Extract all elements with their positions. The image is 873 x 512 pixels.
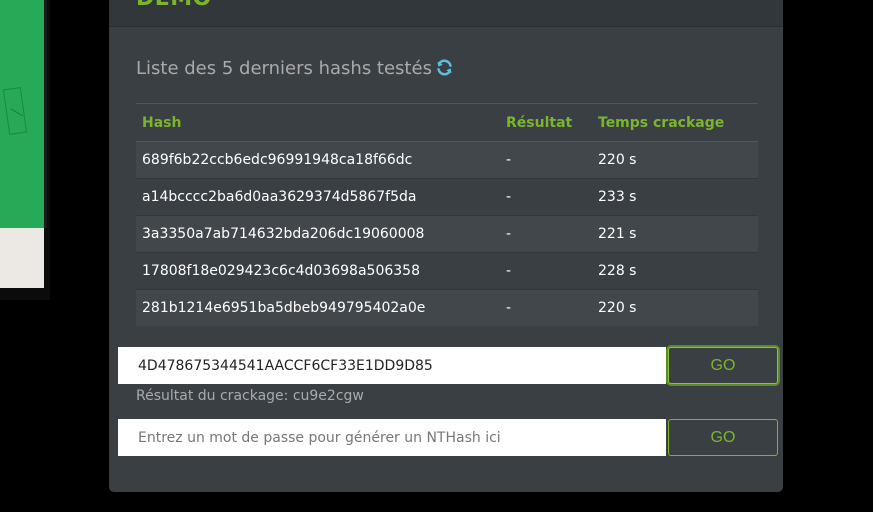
table-row: 281b1214e6951ba5dbeb949795402a0e - 220 s [136,289,758,326]
table-row: 3a3350a7ab714632bda206dc19060008 - 221 s [136,215,758,253]
panel-title: DEMO [136,0,212,10]
time-cell: 220 s [592,141,758,179]
generate-go-button[interactable]: GO [668,419,778,456]
table-row: 17808f18e029423c6c4d03698a506358 - 228 s [136,252,758,290]
hash-input[interactable] [118,347,666,384]
time-cell: 220 s [592,289,758,326]
column-header-hash: Hash [136,103,500,142]
hash-cell: 3a3350a7ab714632bda206dc19060008 [136,215,500,253]
section-title-text: Liste des 5 derniers hashs testés [136,58,432,79]
result-cell: - [500,252,592,290]
generate-form: GO [118,419,778,456]
demo-panel: DEMO Liste des 5 derniers hashs testés H… [109,0,783,492]
refresh-icon[interactable] [436,59,453,81]
column-header-result: Résultat [500,103,592,142]
hash-cell: 17808f18e029423c6c4d03698a506358 [136,252,500,290]
crack-go-button[interactable]: GO [668,347,778,384]
password-input[interactable] [118,419,666,456]
time-cell: 233 s [592,178,758,216]
table-header-row: Hash Résultat Temps crackage [136,103,758,142]
time-cell: 228 s [592,252,758,290]
result-cell: - [500,215,592,253]
background-image [0,0,50,300]
result-cell: - [500,141,592,179]
table-row: 689f6b22ccb6edc96991948ca18f66dc - 220 s [136,141,758,179]
crack-form: GO [118,347,778,384]
section-title: Liste des 5 derniers hashs testés [136,58,453,81]
hash-table: Hash Résultat Temps crackage 689f6b22ccb… [136,103,758,326]
hash-cell: 689f6b22ccb6edc96991948ca18f66dc [136,141,500,179]
table-row: a14bcccc2ba6d0aa3629374d5867f5da - 233 s [136,178,758,216]
hash-cell: a14bcccc2ba6d0aa3629374d5867f5da [136,178,500,216]
result-cell: - [500,289,592,326]
crack-result-text: Résultat du crackage: cu9e2cgw [136,388,364,404]
panel-header: DEMO [109,0,783,27]
result-cell: - [500,178,592,216]
column-header-time: Temps crackage [592,103,758,142]
background-white-strip [0,228,44,288]
hash-cell: 281b1214e6951ba5dbeb949795402a0e [136,289,500,326]
time-cell: 221 s [592,215,758,253]
